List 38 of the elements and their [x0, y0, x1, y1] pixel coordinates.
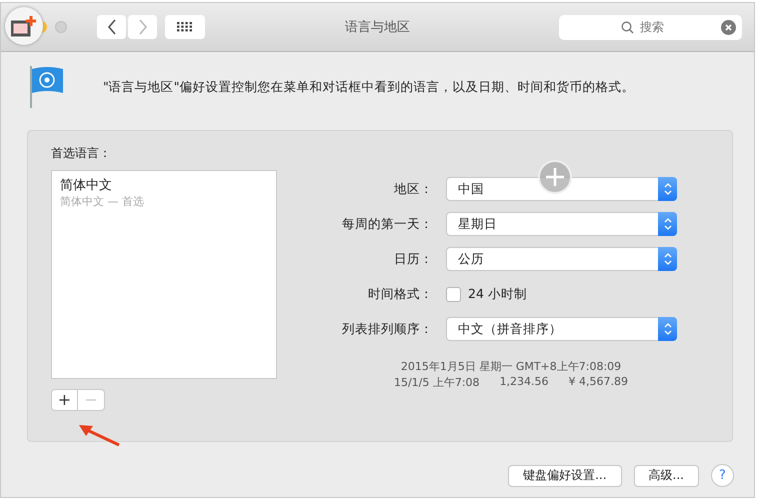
stepper-icon	[658, 317, 677, 341]
window-title: 语言与地区	[345, 19, 410, 36]
flag-icon	[29, 65, 65, 109]
clear-icon[interactable]	[721, 20, 736, 34]
popup-menu[interactable]: 中文（拼音排序）	[446, 317, 677, 341]
search-icon	[621, 20, 634, 34]
setting-label: 日历：	[394, 250, 433, 268]
preferred-languages-label: 首选语言：	[51, 145, 112, 162]
popup-menu[interactable]: 星期日	[446, 212, 677, 236]
sample-date-time: 2015年1月5日 星期一 GMT+8上午7:08:09	[400, 359, 622, 374]
popup-menu[interactable]: 中国	[446, 177, 677, 201]
push-button[interactable]: 键盘偏好设置...	[508, 464, 622, 486]
stepper-icon	[658, 212, 677, 236]
help-button[interactable]: ?	[711, 464, 734, 487]
checkbox-label[interactable]: 24 小时制	[468, 286, 527, 302]
checkbox[interactable]	[446, 286, 461, 302]
sample-number: 1,234.56	[500, 375, 549, 390]
chevron-left-icon	[106, 19, 116, 35]
setting-label: 每周的第一天：	[342, 216, 433, 232]
stepper-icon	[658, 247, 677, 271]
show-all-button[interactable]	[165, 15, 205, 39]
sample-currency: ¥ 4,567.89	[568, 375, 628, 390]
language-item[interactable]: 简体中文 简体中文 — 首选	[60, 176, 268, 209]
add-button[interactable]: +	[51, 389, 78, 411]
setting-label: 时间格式：	[368, 286, 433, 302]
plus-cursor-icon	[537, 159, 573, 195]
grid-icon	[177, 22, 193, 32]
back-button[interactable]	[97, 15, 126, 39]
setting-label: 列表排列顺序：	[342, 320, 433, 338]
search-field[interactable]: 搜索	[559, 14, 742, 40]
push-button[interactable]: 高级...	[634, 464, 699, 486]
popup-menu[interactable]: 公历	[446, 247, 677, 271]
setting-label: 地区：	[394, 180, 433, 198]
chevron-right-icon	[138, 19, 148, 35]
sample-short-date: 15/1/5 上午7:08	[394, 375, 480, 390]
pointer-arrow	[77, 423, 121, 447]
description-text: "语言与地区"偏好设置控制您在菜单和对话框中看到的语言，以及日期、时间和货币的格式。	[103, 78, 634, 96]
stepper-icon	[658, 177, 677, 201]
